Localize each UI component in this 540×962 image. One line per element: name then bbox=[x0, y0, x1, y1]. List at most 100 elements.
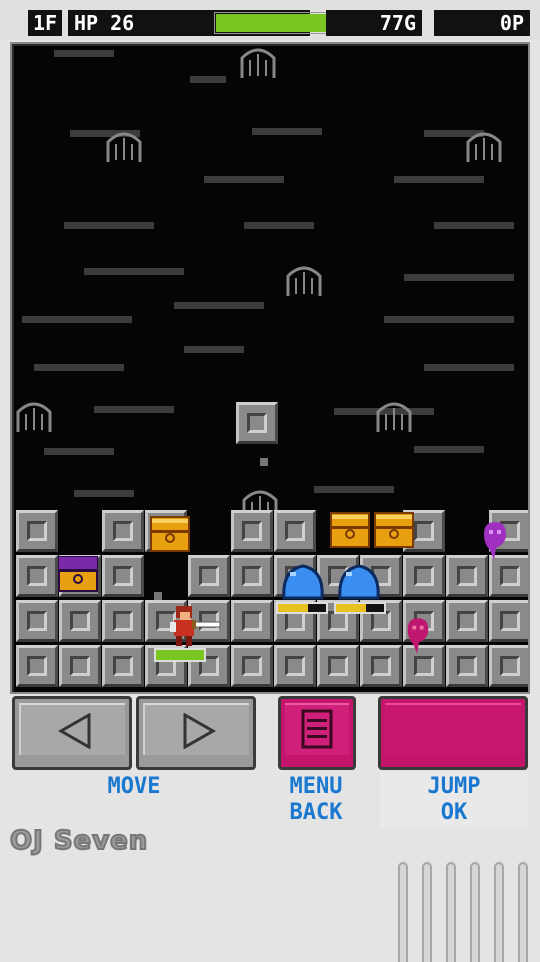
floating-block bbox=[236, 402, 278, 444]
treasure-chest-icon bbox=[150, 516, 190, 552]
bg-brick bbox=[424, 364, 514, 371]
speaker-grill bbox=[398, 862, 408, 962]
hero-hp-fill bbox=[156, 650, 204, 660]
move-left-button[interactable] bbox=[12, 696, 132, 770]
speaker-grill bbox=[470, 862, 480, 962]
bg-brick bbox=[22, 316, 132, 323]
bg-brick bbox=[314, 486, 394, 493]
menu-label-line2: BACK bbox=[289, 800, 343, 825]
arched-door-icon bbox=[16, 402, 52, 432]
floor-block bbox=[16, 645, 58, 687]
hero-hp-bar bbox=[154, 648, 206, 662]
floor-block bbox=[102, 645, 144, 687]
floor-indicator: 1F bbox=[28, 10, 62, 36]
floor-block bbox=[59, 645, 101, 687]
floor-block bbox=[231, 510, 273, 552]
floor-block bbox=[16, 600, 58, 642]
treasure-chest-icon bbox=[330, 512, 370, 548]
magenta-ghost-icon bbox=[407, 618, 429, 654]
bg-brick bbox=[84, 268, 184, 275]
bg-brick bbox=[64, 222, 154, 229]
arched-door-icon bbox=[286, 266, 322, 296]
floor-block bbox=[231, 645, 273, 687]
bg-brick bbox=[34, 364, 124, 371]
floor-block bbox=[360, 645, 402, 687]
floor-block bbox=[231, 600, 273, 642]
floor-block bbox=[446, 645, 488, 687]
hp-panel: HP 26 bbox=[68, 10, 374, 36]
purple-chest-icon bbox=[58, 556, 98, 592]
bg-brick bbox=[414, 446, 484, 453]
button-face bbox=[385, 703, 521, 755]
arched-door-icon bbox=[106, 132, 142, 162]
hud-bar: 1F HP 26 77G 0P bbox=[0, 0, 540, 40]
floor-block bbox=[317, 645, 359, 687]
floor-block bbox=[188, 555, 230, 597]
right-arrow-icon bbox=[183, 713, 217, 749]
bg-brick bbox=[44, 448, 114, 455]
floor-block bbox=[446, 600, 488, 642]
bg-brick bbox=[252, 128, 322, 135]
blue-slime-icon bbox=[282, 564, 324, 600]
arched-door-icon bbox=[466, 132, 502, 162]
floor-block bbox=[489, 645, 528, 687]
bg-brick bbox=[94, 406, 174, 413]
purple-ghost-icon bbox=[484, 522, 506, 560]
bg-brick bbox=[184, 346, 244, 353]
menu-lines-icon bbox=[301, 709, 333, 749]
bg-brick bbox=[434, 222, 514, 229]
menu-label-line1: MENU bbox=[289, 774, 343, 799]
jump-button[interactable] bbox=[378, 696, 528, 770]
arched-door-icon bbox=[240, 48, 276, 78]
floor-block bbox=[231, 555, 273, 597]
floor-block bbox=[102, 510, 144, 552]
enemy-hp-fill bbox=[278, 604, 308, 612]
floor-block bbox=[403, 555, 445, 597]
speaker-grill bbox=[518, 862, 528, 962]
floor-block bbox=[489, 600, 528, 642]
bg-brick bbox=[174, 302, 264, 309]
jump-label-line2: OK bbox=[440, 800, 468, 825]
hero-knight-icon bbox=[170, 606, 221, 646]
floor-block bbox=[16, 510, 58, 552]
left-arrow-icon bbox=[57, 713, 91, 749]
points-counter: 0P bbox=[434, 10, 530, 36]
bg-brick bbox=[190, 76, 226, 83]
speaker-grill bbox=[446, 862, 456, 962]
floor-block bbox=[102, 555, 144, 597]
floor-block bbox=[274, 510, 316, 552]
bg-brick bbox=[54, 50, 114, 57]
floor-block bbox=[59, 600, 101, 642]
bg-brick bbox=[74, 490, 134, 497]
floor-block bbox=[274, 645, 316, 687]
floor-block bbox=[16, 555, 58, 597]
speaker-grill bbox=[494, 862, 504, 962]
jump-label-line1: JUMP bbox=[427, 774, 481, 799]
enemy-hp-fill bbox=[336, 604, 366, 612]
move-label: MOVE bbox=[107, 774, 161, 799]
brand-logo: OJ Seven bbox=[9, 825, 149, 857]
floor-block bbox=[102, 600, 144, 642]
dungeon-area bbox=[14, 46, 528, 692]
menu-back-label: MENU BACK bbox=[268, 774, 364, 826]
arched-door-icon bbox=[376, 402, 412, 432]
hp-label: HP 26 bbox=[74, 11, 135, 35]
jump-ok-label: JUMP OK bbox=[380, 774, 528, 826]
speaker-grill bbox=[422, 862, 432, 962]
debris-pixel bbox=[260, 458, 268, 466]
enemy-hp-bar bbox=[334, 602, 386, 614]
bg-brick bbox=[204, 176, 284, 183]
move-right-button[interactable] bbox=[136, 696, 256, 770]
game-screen bbox=[10, 42, 530, 694]
hp-bar-fill bbox=[216, 14, 331, 32]
treasure-chest-icon bbox=[374, 512, 414, 548]
blue-slime-icon bbox=[338, 564, 380, 600]
menu-button[interactable] bbox=[278, 696, 356, 770]
bg-brick bbox=[404, 274, 514, 281]
bg-brick bbox=[384, 316, 514, 323]
bg-brick bbox=[394, 176, 484, 183]
enemy-hp-bar bbox=[276, 602, 328, 614]
debris-pixel bbox=[154, 592, 162, 600]
bg-brick bbox=[244, 222, 314, 229]
gold-counter: 77G bbox=[326, 10, 422, 36]
